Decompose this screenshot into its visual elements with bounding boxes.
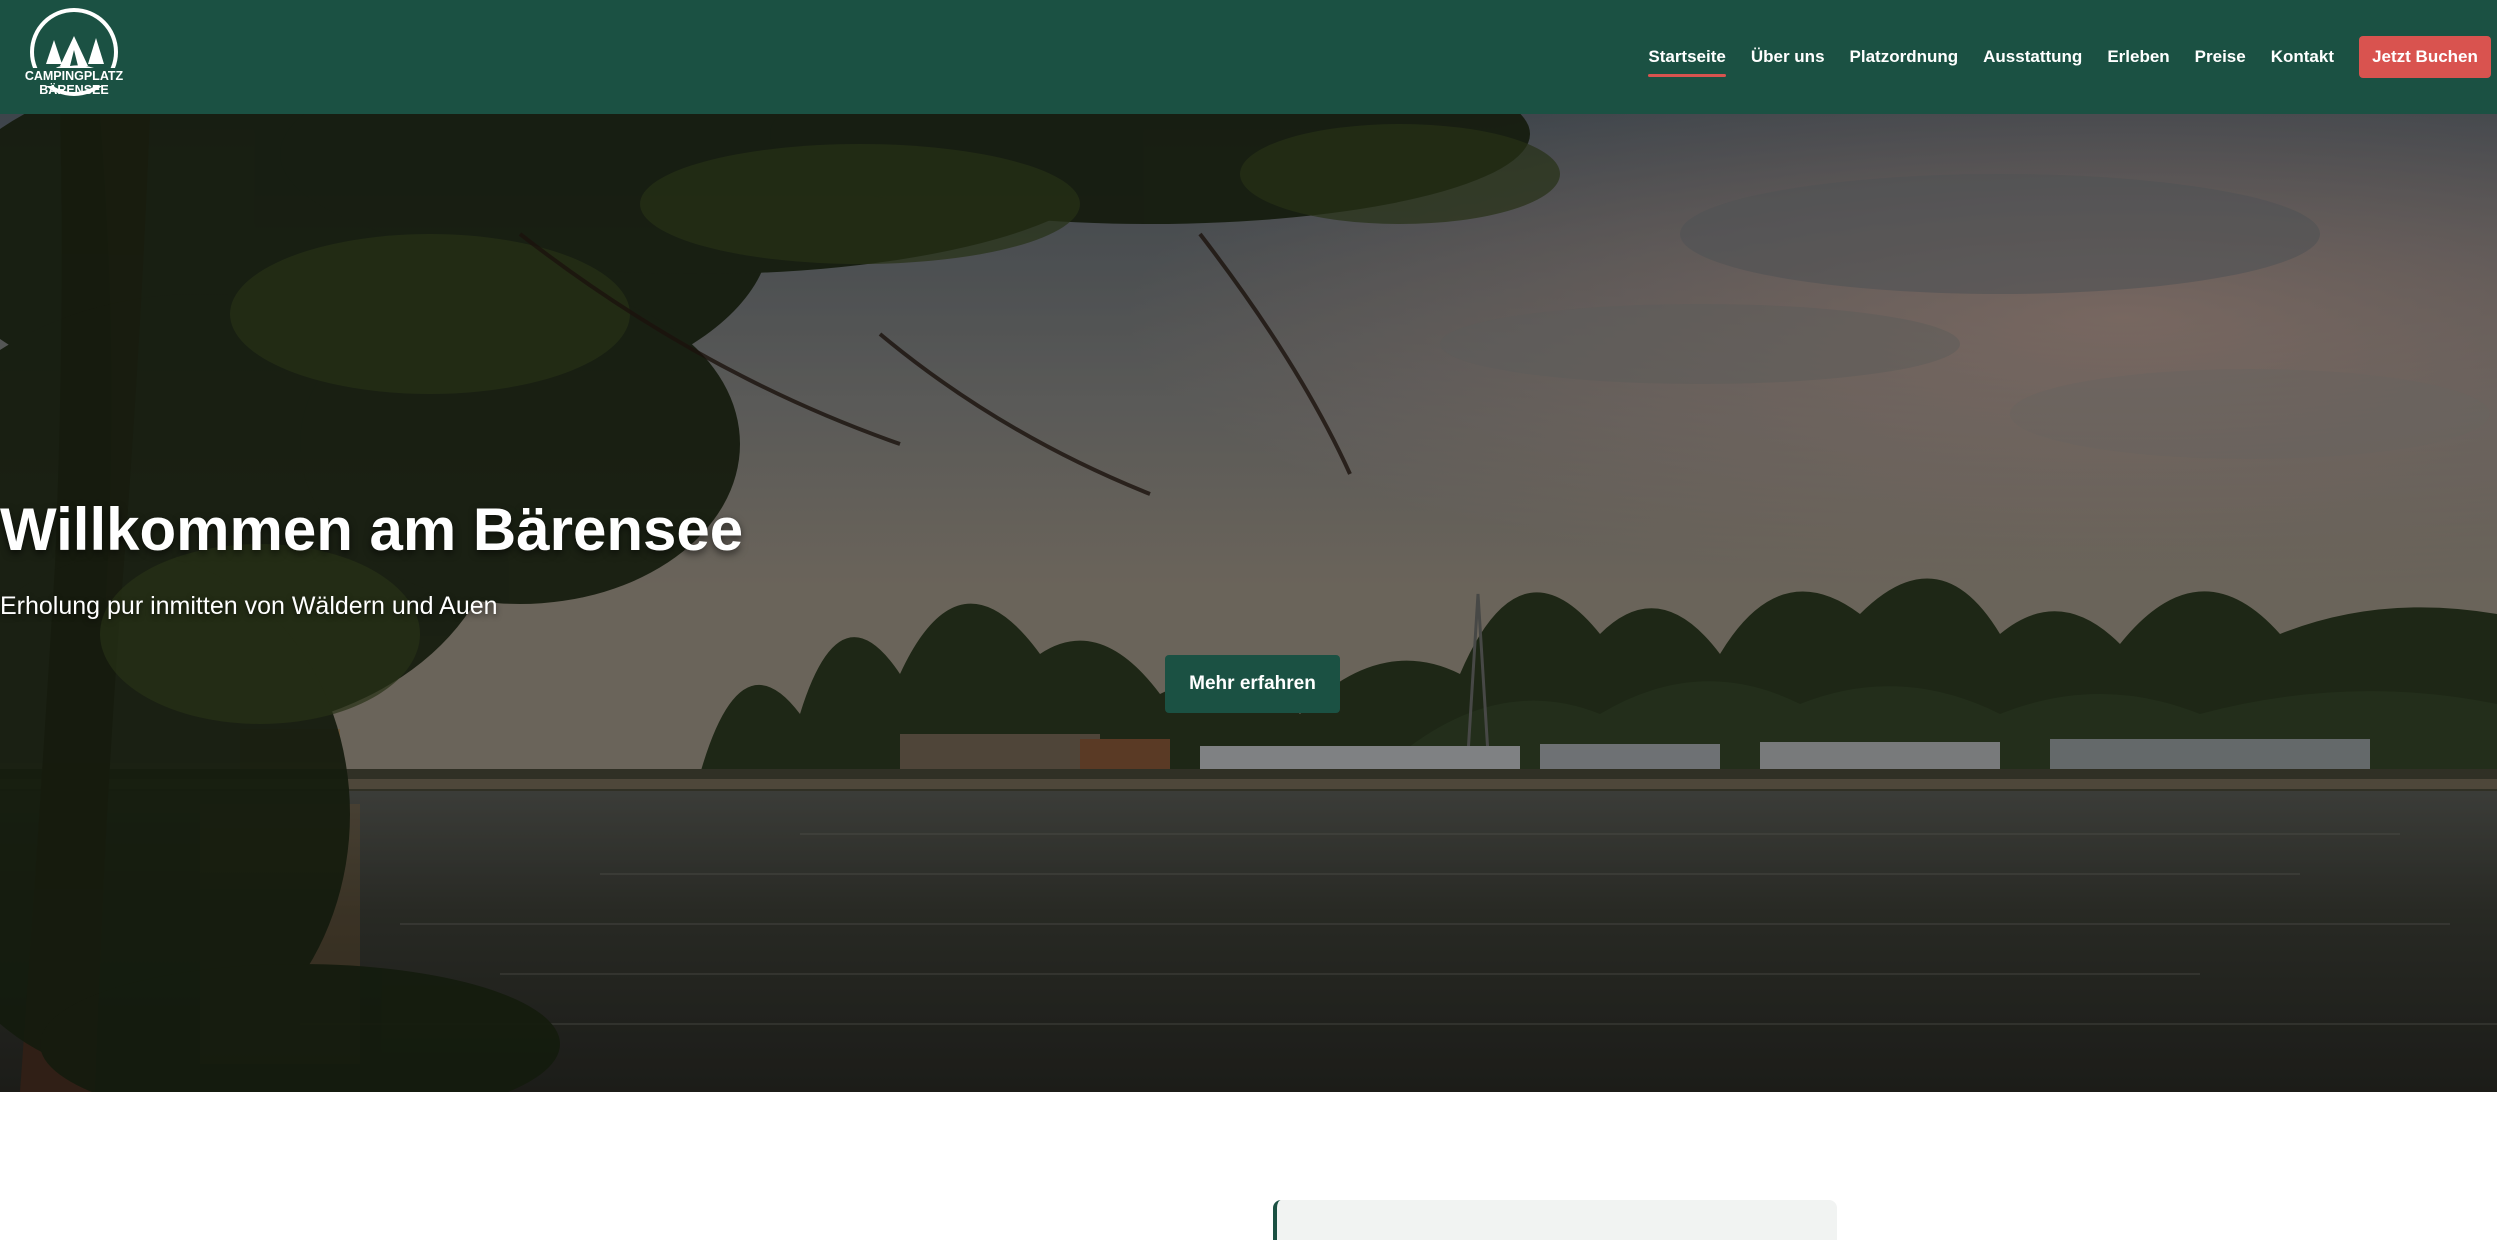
hero-section: Willkommen am Bärensee Erholung pur inmi…	[0, 114, 2497, 1092]
intro-section	[0, 1092, 2497, 1240]
main-navigation: Startseite Über uns Platzordnung Ausstat…	[1648, 0, 2491, 114]
nav-item-ausstattung[interactable]: Ausstattung	[1983, 41, 2082, 73]
nav-item-ueber-uns[interactable]: Über uns	[1751, 41, 1825, 73]
nav-item-erleben[interactable]: Erleben	[2107, 41, 2169, 73]
bear-tent-icon: CAMPINGPLATZ BÄRENSEE	[25, 8, 124, 97]
book-now-button[interactable]: Jetzt Buchen	[2359, 36, 2491, 78]
learn-more-button[interactable]: Mehr erfahren	[1165, 655, 1340, 713]
nav-item-kontakt[interactable]: Kontakt	[2271, 41, 2334, 73]
nav-item-preise[interactable]: Preise	[2195, 41, 2246, 73]
nav-item-platzordnung[interactable]: Platzordnung	[1850, 41, 1959, 73]
nav-item-startseite[interactable]: Startseite	[1648, 41, 1727, 77]
hero-title: Willkommen am Bärensee	[0, 496, 744, 563]
intro-card	[1273, 1200, 1837, 1240]
logo-text-line2: BÄRENSEE	[39, 82, 108, 97]
site-header: CAMPINGPLATZ BÄRENSEE Startseite Über un…	[0, 0, 2497, 115]
logo-text-line1: CAMPINGPLATZ	[25, 69, 124, 83]
campingplatz-logo[interactable]: CAMPINGPLATZ BÄRENSEE	[24, 6, 124, 106]
hero-subtitle: Erholung pur inmitten von Wäldern und Au…	[0, 592, 498, 620]
